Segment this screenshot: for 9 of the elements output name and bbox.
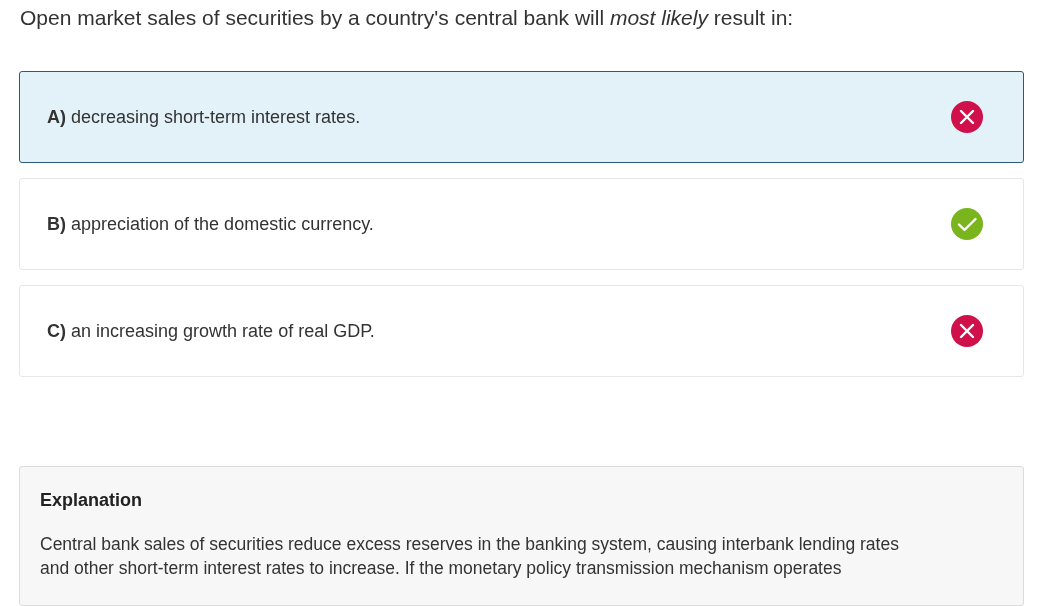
answer-option[interactable]: B) appreciation of the domestic currency. (19, 178, 1024, 270)
explanation-text: Central bank sales of securities reduce excess reserves in the banking system, causing interbank lending rates and other short-term interest rates to increase. If the monetary policy transmission mechanism operates (40, 533, 900, 580)
option-text: A) decreasing short-term interest rates. (47, 105, 361, 129)
option-text: B) appreciation of the domestic currency. (47, 212, 374, 236)
explanation-title: Explanation (40, 489, 143, 512)
question-text: Open market sales of securities by a country's central bank will most likely result in: (19, 5, 795, 31)
answer-option[interactable]: C) an increasing growth rate of real GDP. (19, 285, 1024, 377)
option-text: C) an increasing growth rate of real GDP. (47, 319, 375, 343)
answer-option[interactable]: A) decreasing short-term interest rates. (19, 71, 1024, 163)
